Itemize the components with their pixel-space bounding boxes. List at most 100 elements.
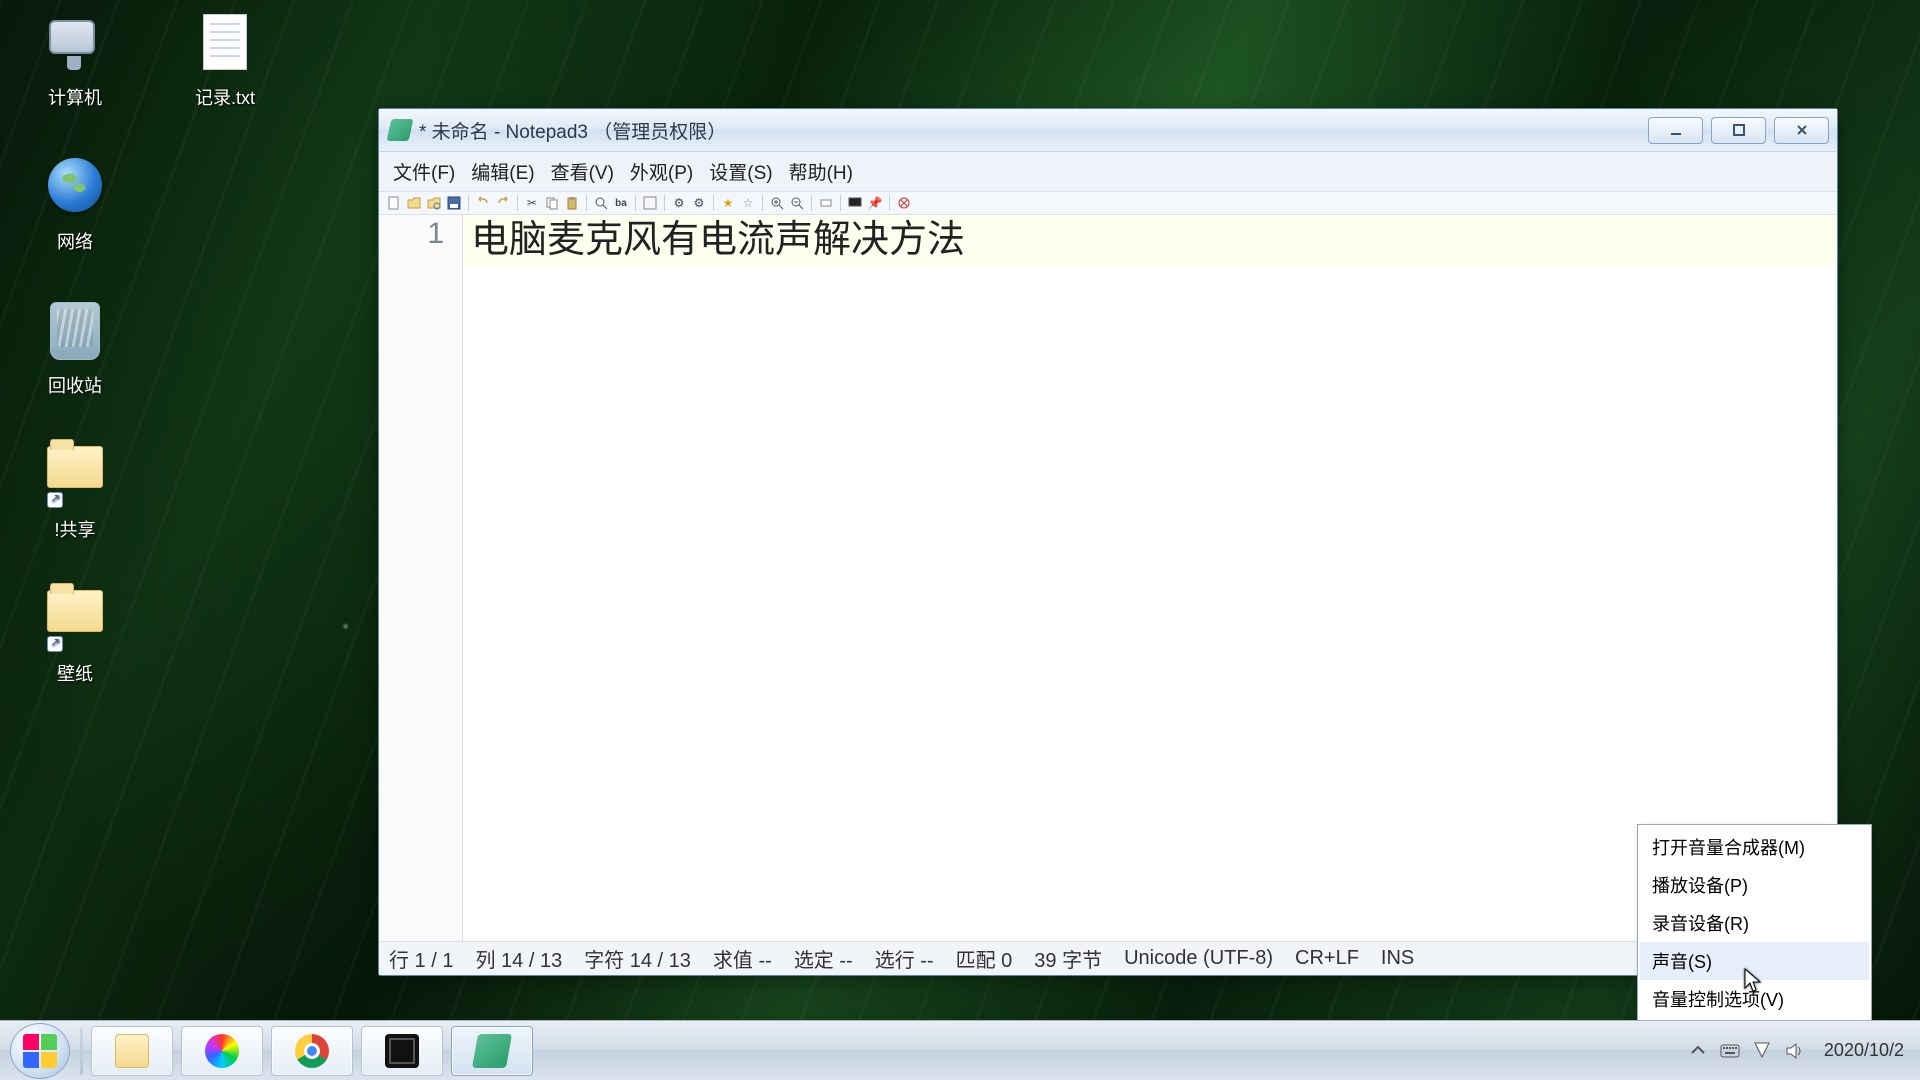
status-encoding[interactable]: Unicode (UTF-8) [1124, 947, 1273, 970]
status-col[interactable]: 列 14 / 13 [475, 944, 562, 973]
scheme-icon[interactable]: ⚙ [690, 194, 708, 212]
window-titlebar[interactable]: * 未命名 - Notepad3 （管理员权限） [379, 109, 1837, 152]
desktop-icon-share[interactable]: !共享 [20, 446, 130, 542]
status-chars[interactable]: 字符 14 / 13 [584, 944, 691, 973]
ctx-volume-options[interactable]: 音量控制选项(V) [1640, 980, 1869, 1018]
taskbar: 2020/10/2 [0, 1020, 1920, 1080]
text-editor[interactable]: 电脑麦克风有电流声解决方法 [463, 215, 1837, 941]
desktop-icon-wallpaper[interactable]: 壁纸 [20, 590, 130, 686]
desktop-icon-record-txt[interactable]: 记录.txt [170, 14, 280, 110]
toolbar-separator [517, 195, 518, 211]
redo-icon[interactable] [494, 194, 512, 212]
open-file-icon[interactable] [405, 194, 423, 212]
toolbar-separator [586, 195, 587, 211]
taskbar-browser[interactable] [181, 1026, 263, 1076]
wordwrap-icon[interactable] [641, 194, 659, 212]
tray-show-hidden-icon[interactable] [1688, 1041, 1708, 1061]
desktop-icon-label: 回收站 [20, 372, 130, 398]
toolbar-separator [713, 195, 714, 211]
status-sel[interactable]: 选定 -- [794, 944, 853, 973]
tool-misc-icon[interactable] [817, 194, 835, 212]
tray-date[interactable]: 2020/10/2 [1816, 1040, 1912, 1061]
find-icon[interactable] [592, 194, 610, 212]
menu-appearance[interactable]: 外观(P) [624, 156, 699, 187]
sound-context-menu: 打开音量合成器(M) 播放设备(P) 录音设备(R) 声音(S) 音量控制选项(… [1637, 824, 1872, 1022]
ctx-sounds[interactable]: 声音(S) [1640, 942, 1869, 980]
toolbar-separator [468, 195, 469, 211]
start-button[interactable] [10, 1023, 70, 1079]
status-sellines[interactable]: 选行 -- [875, 944, 934, 973]
undo-icon[interactable] [474, 194, 492, 212]
notepad3-app-icon [387, 119, 414, 141]
text-line: 电脑麦克风有电流声解决方法 [463, 215, 1837, 266]
tray-action-center-icon[interactable] [1752, 1041, 1772, 1061]
status-mode[interactable]: INS [1381, 947, 1414, 970]
ctx-recording-devices[interactable]: 录音设备(R) [1640, 904, 1869, 942]
toolbar-separator [762, 195, 763, 211]
new-file-icon[interactable] [385, 194, 403, 212]
minimize-button[interactable] [1648, 117, 1703, 144]
save-icon[interactable] [445, 194, 463, 212]
clear-icon[interactable] [895, 194, 913, 212]
window-title: * 未命名 - Notepad3 （管理员权限） [419, 117, 726, 144]
menu-settings[interactable]: 设置(S) [703, 156, 778, 187]
toolbar-separator [889, 195, 890, 211]
desktop-icon-label: !共享 [20, 516, 130, 542]
toolbar-separator [664, 195, 665, 211]
status-bytes[interactable]: 39 字节 [1034, 944, 1102, 973]
close-button[interactable] [1774, 117, 1829, 144]
notepad3-icon [472, 1034, 512, 1068]
add-favorite-icon[interactable]: ☆ [739, 194, 757, 212]
desktop-icon-recycle-bin[interactable]: 回收站 [20, 302, 130, 398]
status-eval[interactable]: 求值 -- [713, 944, 772, 973]
taskbar-explorer[interactable] [91, 1026, 173, 1076]
folder-icon [47, 446, 103, 488]
maximize-button[interactable] [1711, 117, 1766, 144]
menu-help[interactable]: 帮助(H) [783, 156, 859, 187]
folder-icon [47, 590, 103, 632]
replace-icon[interactable]: ba [612, 194, 630, 212]
desktop-icon-network[interactable]: 网络 [20, 158, 130, 254]
shortcut-overlay-icon [47, 492, 63, 508]
menu-bar: 文件(F) 编辑(E) 查看(V) 外观(P) 设置(S) 帮助(H) [379, 152, 1837, 192]
taskbar-terminal[interactable] [361, 1026, 443, 1076]
status-row[interactable]: 行 1 / 1 [389, 944, 453, 973]
toolbar-separator [811, 195, 812, 211]
explore-icon[interactable] [425, 194, 443, 212]
status-matches[interactable]: 匹配 0 [956, 944, 1013, 973]
desktop-icon-label: 计算机 [20, 84, 130, 110]
desktop-icon-label: 记录.txt [170, 84, 280, 110]
taskbar-notepad3[interactable] [451, 1026, 533, 1076]
ctx-open-mixer[interactable]: 打开音量合成器(M) [1640, 828, 1869, 866]
settings-icon[interactable]: ⚙ [670, 194, 688, 212]
cut-icon[interactable]: ✂ [523, 194, 541, 212]
menu-view[interactable]: 查看(V) [545, 156, 620, 187]
status-eol[interactable]: CR+LF [1295, 947, 1359, 970]
editor-area: 1 电脑麦克风有电流声解决方法 [379, 215, 1837, 941]
toolbar-separator [840, 195, 841, 211]
menu-edit[interactable]: 编辑(E) [465, 156, 540, 187]
tray-volume-icon[interactable] [1784, 1041, 1804, 1061]
status-bar: 行 1 / 1 列 14 / 13 字符 14 / 13 求值 -- 选定 --… [379, 941, 1837, 975]
windows-logo-icon [23, 1034, 57, 1068]
taskbar-chrome[interactable] [271, 1026, 353, 1076]
paste-icon[interactable] [563, 194, 581, 212]
ctx-playback-devices[interactable]: 播放设备(P) [1640, 866, 1869, 904]
file-explorer-icon [115, 1034, 149, 1068]
desktop-icon-computer[interactable]: 计算机 [20, 14, 130, 110]
monitor-icon[interactable] [846, 194, 864, 212]
zoom-in-icon[interactable] [768, 194, 786, 212]
toolbar-separator [635, 195, 636, 211]
copy-icon[interactable] [543, 194, 561, 212]
pin-icon[interactable]: 📌 [866, 194, 884, 212]
menu-file[interactable]: 文件(F) [387, 156, 461, 187]
computer-icon [49, 20, 95, 54]
favorite-icon[interactable]: ★ [719, 194, 737, 212]
system-tray: 2020/10/2 [1688, 1040, 1916, 1061]
toolbar: ✂ ba ⚙ ⚙ ★ ☆ 📌 [379, 192, 1837, 215]
tray-ime-icon[interactable] [1720, 1041, 1740, 1061]
zoom-out-icon[interactable] [788, 194, 806, 212]
browser-icon [205, 1034, 239, 1068]
desktop-icons: 计算机 记录.txt 网络 回收站 !共享 壁纸 [20, 14, 170, 734]
notepad3-window: * 未命名 - Notepad3 （管理员权限） 文件(F) 编辑(E) 查看(… [378, 108, 1838, 976]
